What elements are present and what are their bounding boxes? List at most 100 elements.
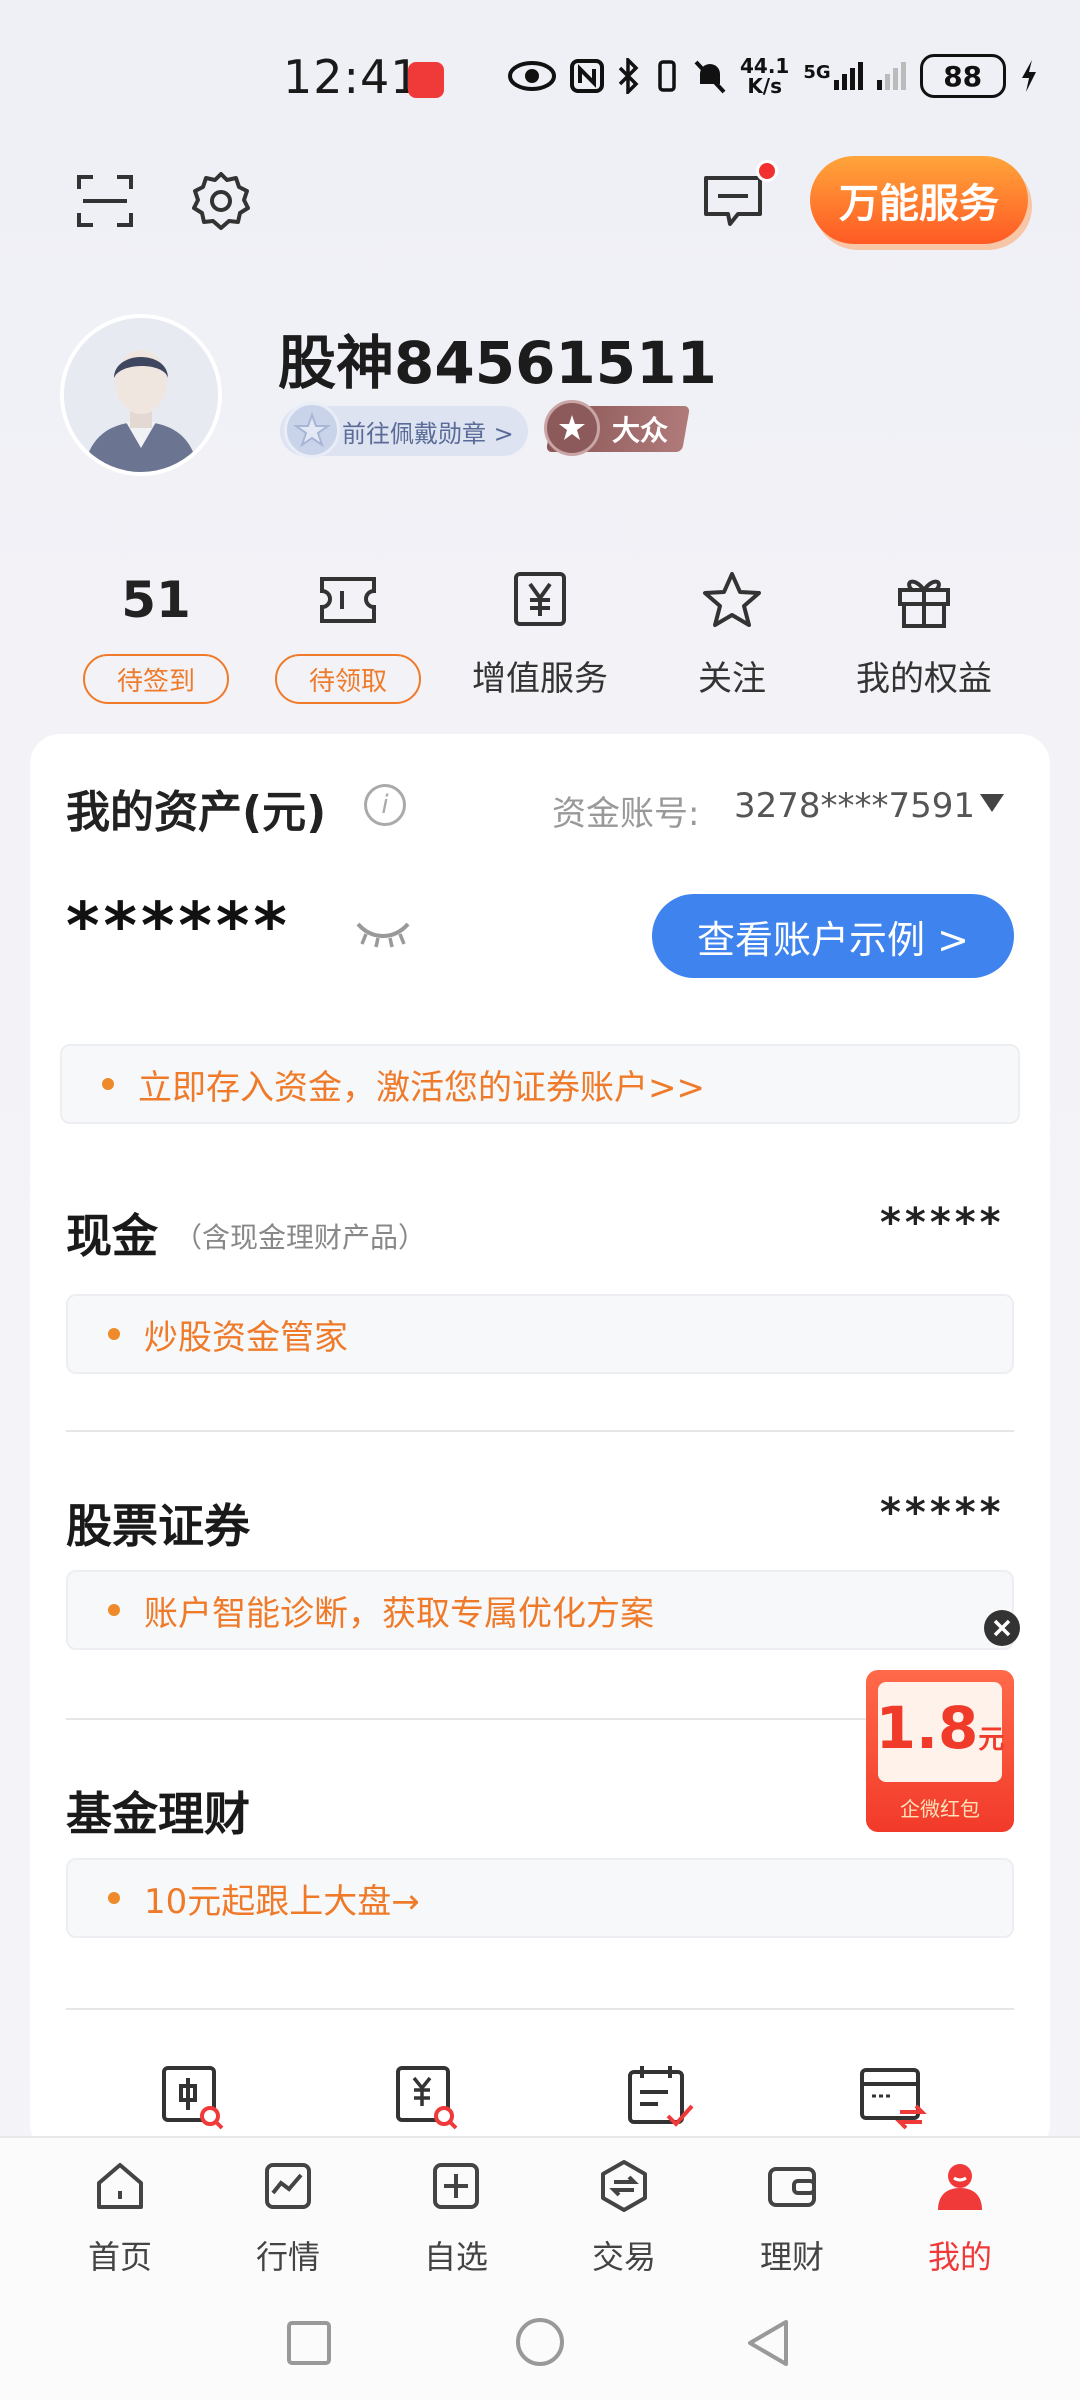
cash-subtitle: （含现金理财产品） [174, 1221, 427, 1254]
activate-account-notice[interactable]: 立即存入资金，激活您的证券账户>> [60, 1044, 1020, 1124]
bullet-dot [108, 1328, 120, 1340]
checklist-tool[interactable] [624, 2062, 694, 2132]
funds-notice[interactable]: 10元起跟上大盘→ [66, 1858, 1014, 1938]
account-label: 资金账号: [552, 794, 700, 834]
stocks-title: 股票证券 [66, 1499, 250, 1553]
scan-button[interactable] [70, 166, 140, 236]
pending-claim-stat[interactable]: 待领取 [258, 560, 438, 704]
bullet-dot [108, 1892, 120, 1904]
sign-in-count: 51 [121, 571, 191, 629]
message-unread-dot [756, 160, 778, 182]
info-icon[interactable]: i [364, 784, 406, 826]
sign-in-stat[interactable]: 51 待签到 [66, 560, 246, 704]
exchange-icon [601, 2160, 647, 2212]
my-rights-stat[interactable]: 我的权益 [834, 560, 1014, 704]
avatar[interactable] [60, 314, 222, 476]
circle-icon [516, 2318, 564, 2366]
eye-closed-icon[interactable] [354, 918, 412, 952]
value-added-service-stat[interactable]: 增值服务 [450, 560, 630, 704]
bluetooth-icon [618, 58, 639, 94]
fund-search-tool[interactable] [392, 2062, 462, 2132]
tab-market-label: 行情 [255, 2238, 320, 2276]
fund-search-icon [396, 2066, 458, 2130]
tab-home[interactable]: 首页 [60, 2150, 180, 2278]
eye-icon [508, 61, 556, 91]
square-icon [287, 2321, 331, 2365]
tab-watchlist[interactable]: 自选 [396, 2150, 516, 2278]
settings-button[interactable] [186, 166, 256, 236]
stock-search-tool[interactable] [158, 2062, 228, 2132]
user-icon [938, 2164, 982, 2210]
vibrate-icon [658, 60, 676, 92]
red-packet-amount-box: 1.8 元 [875, 1682, 1005, 1782]
close-icon [993, 1619, 1011, 1637]
divider [66, 2008, 1014, 2010]
red-packet-float[interactable]: 1.8 元 企微红包 [866, 1670, 1014, 1832]
my-rights-label: 我的权益 [856, 659, 992, 699]
message-icon [704, 176, 762, 226]
cash-notice-text: 炒股资金管家 [144, 1317, 348, 1358]
transfer-tool[interactable] [856, 2062, 927, 2132]
cash-notice[interactable]: 炒股资金管家 [66, 1294, 1014, 1374]
avatar-person-icon [64, 318, 218, 472]
red-packet-label: 企微红包 [900, 1797, 980, 1821]
nfc-icon [570, 59, 604, 93]
universal-service-button[interactable]: 万能服务 [810, 156, 1028, 244]
stock-search-icon [162, 2066, 224, 2130]
cash-title: 现金 [66, 1209, 158, 1263]
medal-icon [284, 402, 340, 458]
home-button[interactable] [514, 2316, 566, 2372]
calendar-check-icon [628, 2066, 694, 2127]
network-speed: 44.1 K/s [740, 54, 790, 98]
recent-apps-button[interactable] [286, 2320, 332, 2370]
cash-value-masked: ***** [880, 1200, 1005, 1246]
pending-sign-in-tag[interactable]: 待签到 [83, 654, 229, 704]
signal-2-icon [876, 62, 906, 90]
divider [66, 1430, 1014, 1432]
tab-watchlist-label: 自选 [423, 2238, 488, 2276]
signal-icon: 5G [803, 62, 863, 90]
stocks-value-masked: ***** [880, 1490, 1005, 1536]
app-store-notification-icon [408, 62, 444, 98]
tab-trade[interactable]: 交易 [564, 2150, 684, 2278]
status-time: 12:41 [283, 50, 421, 104]
tab-wealth-label: 理财 [759, 2238, 824, 2276]
close-red-packet-button[interactable] [984, 1610, 1020, 1646]
value-added-service-label: 增值服务 [472, 659, 608, 699]
activate-account-text: 立即存入资金，激活您的证券账户>> [138, 1067, 705, 1108]
yen-document-icon [514, 572, 566, 626]
tab-mine-label: 我的 [927, 2238, 992, 2276]
view-account-example-button[interactable]: 查看账户示例 > [652, 894, 1014, 978]
rank-star-icon [544, 400, 600, 456]
tab-mine[interactable]: 我的 [900, 2150, 1020, 2278]
my-assets-title: 我的资产(元) [66, 787, 327, 838]
stocks-notice[interactable]: 账户智能诊断，获取专属优化方案 [66, 1570, 1014, 1650]
red-packet-unit: 元 [978, 1725, 1005, 1755]
account-dropdown-icon[interactable] [980, 794, 1004, 812]
stocks-notice-text: 账户智能诊断，获取专属优化方案 [144, 1593, 654, 1634]
status-icons: 44.1 K/s 5G 88 [508, 52, 1038, 100]
tab-wealth[interactable]: 理财 [732, 2150, 852, 2278]
wallet-icon [768, 2167, 816, 2207]
follow-stat[interactable]: 关注 [642, 560, 822, 704]
tab-trade-label: 交易 [591, 2238, 656, 2276]
plus-square-icon [433, 2163, 479, 2209]
username: 股神84561511 [278, 329, 717, 397]
back-button[interactable] [744, 2318, 792, 2372]
red-packet-amount: 1.8 [875, 1694, 979, 1762]
card-transfer-icon [860, 2068, 927, 2130]
total-assets-masked: ****** [66, 890, 291, 964]
battery-indicator: 88 [919, 54, 1006, 98]
account-number[interactable]: 3278****7591 [734, 786, 975, 826]
charging-icon [1021, 60, 1036, 92]
mute-icon [694, 60, 726, 94]
tab-home-label: 首页 [87, 2238, 152, 2276]
follow-label: 关注 [698, 659, 766, 699]
pending-claim-tag[interactable]: 待领取 [275, 654, 421, 704]
bullet-dot [108, 1604, 120, 1616]
tab-market[interactable]: 行情 [228, 2150, 348, 2278]
gear-icon [192, 172, 250, 230]
gift-icon [898, 579, 950, 628]
coupon-icon [320, 577, 376, 623]
back-triangle-icon [748, 2320, 788, 2366]
